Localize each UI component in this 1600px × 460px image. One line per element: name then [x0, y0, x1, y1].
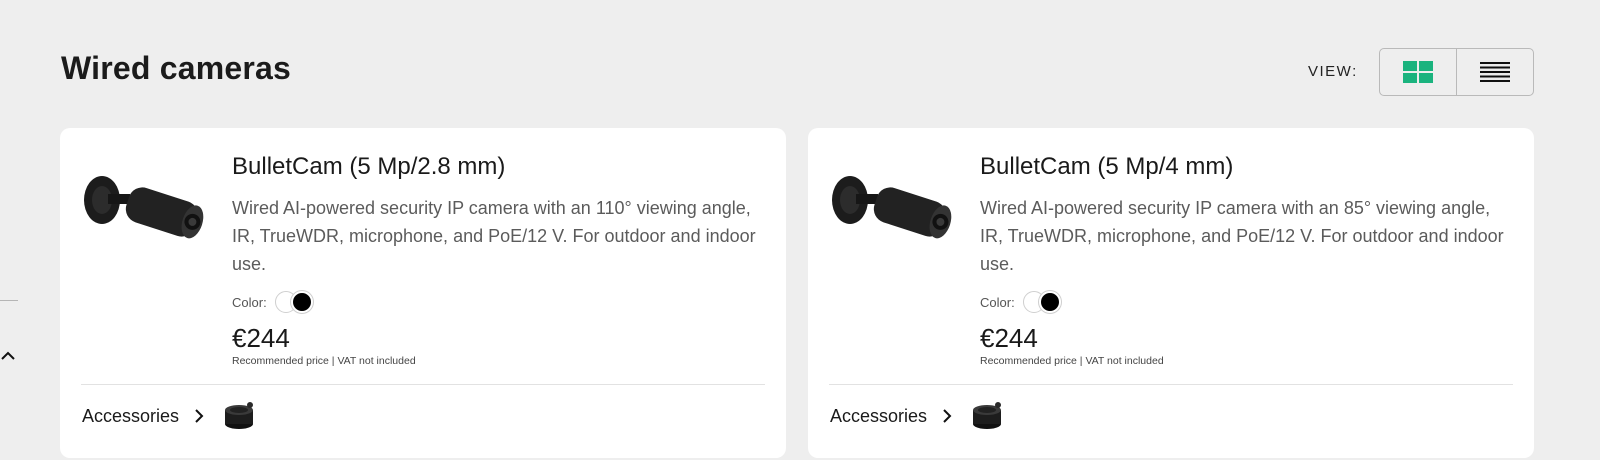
color-swatch-black[interactable]: [290, 291, 313, 313]
chevron-right-icon: [943, 409, 952, 423]
card-divider: [829, 384, 1513, 385]
product-description: Wired AI-powered security IP camera with…: [232, 198, 756, 274]
accessories-link[interactable]: Accessories: [830, 396, 1003, 436]
accessories-label: Accessories: [82, 405, 180, 426]
card-divider: [81, 384, 765, 385]
product-title[interactable]: BulletCam (5 Mp/4 mm): [980, 152, 1510, 182]
product-title[interactable]: BulletCam (5 Mp/2.8 mm): [232, 152, 762, 182]
price-note: Recommended price | VAT not included: [980, 355, 1164, 367]
product-price: €244: [232, 323, 290, 353]
list-icon: [1480, 62, 1510, 82]
view-label: VIEW:: [1308, 63, 1358, 80]
list-view-button[interactable]: [1456, 49, 1533, 95]
view-toggle: [1379, 48, 1534, 96]
color-selector: Color:: [232, 290, 762, 314]
grid-icon: [1403, 61, 1433, 83]
color-selector: Color:: [980, 290, 1510, 314]
product-price: €244: [980, 323, 1038, 353]
bullet-camera-image: [84, 176, 204, 239]
product-card[interactable]: BulletCam (5 Mp/4 mm) Wired AI-powered s…: [808, 128, 1534, 458]
product-description: Wired AI-powered security IP camera with…: [980, 198, 1504, 274]
product-card[interactable]: BulletCam (5 Mp/2.8 mm) Wired AI-powered…: [60, 128, 786, 458]
side-divider: [0, 300, 18, 301]
accessories-link[interactable]: Accessories: [82, 396, 255, 436]
grid-view-button[interactable]: [1380, 49, 1456, 95]
accessories-label: Accessories: [830, 405, 928, 426]
accessory-mount-image[interactable]: [971, 400, 1003, 432]
color-label: Color:: [232, 294, 267, 310]
chevron-right-icon: [195, 409, 204, 423]
accessory-mount-image[interactable]: [223, 400, 255, 432]
chevron-up-icon[interactable]: [0, 348, 16, 364]
price-note: Recommended price | VAT not included: [232, 355, 416, 367]
bullet-camera-image: [832, 176, 952, 239]
color-label: Color:: [980, 294, 1015, 310]
page-title: Wired cameras: [61, 50, 291, 86]
color-swatch-black[interactable]: [1038, 291, 1061, 313]
